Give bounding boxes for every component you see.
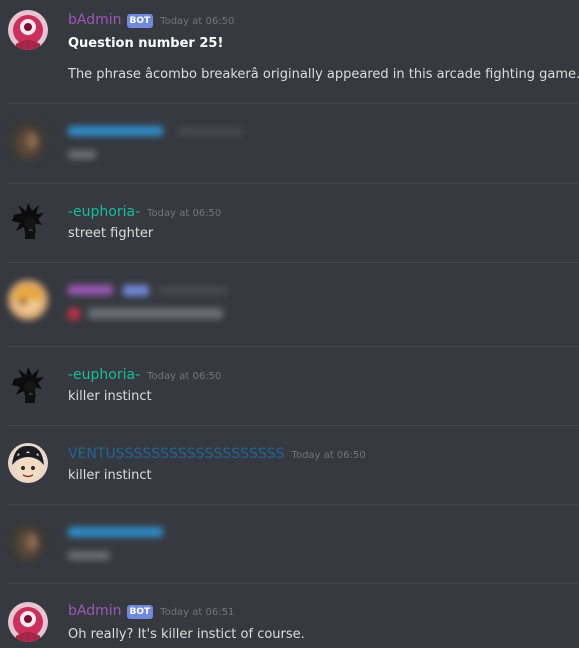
blurred-text [68, 551, 110, 560]
username-badmin[interactable]: bAdmin [68, 603, 122, 619]
message-divider [8, 583, 579, 584]
blurred-timestamp [158, 287, 228, 294]
message-text-line: street fighter [68, 226, 154, 241]
blurred-avatar-icon [8, 121, 48, 161]
message-timestamp[interactable]: Today at 06:50 [160, 16, 234, 27]
badmin-avatar-icon[interactable] [8, 602, 48, 642]
message-divider [8, 425, 579, 426]
blurred-timestamp [178, 128, 243, 135]
ventus-avatar-icon[interactable] [8, 443, 48, 483]
blurred-avatar-icon [8, 522, 48, 562]
blurred-text [68, 308, 80, 320]
blurred-username [68, 527, 163, 537]
message-timestamp[interactable]: Today at 06:50 [292, 450, 366, 461]
blurred-text [88, 308, 223, 319]
message-text-line: killer instinct [68, 468, 152, 483]
message-divider [8, 504, 579, 505]
username-euphoria[interactable]: -euphoria- [68, 204, 140, 220]
message-divider [8, 346, 579, 347]
message-text-line: The phrase âcombo breakerâ originally ap… [68, 67, 579, 82]
message-divider [8, 183, 579, 184]
message-timestamp[interactable]: Today at 06:50 [147, 208, 221, 219]
bot-tag: BOT [126, 14, 154, 28]
message-text-line: Oh really? It's killer instict of course… [68, 627, 305, 642]
blurred-text [68, 150, 96, 159]
bot-tag: BOT [126, 605, 154, 619]
username-ventus[interactable]: VENTUSSSSSSSSSSSSSSSSSSS [68, 446, 285, 462]
message-divider [8, 262, 579, 263]
euphoria-avatar-icon[interactable] [8, 201, 48, 241]
message-divider [8, 103, 579, 104]
chat-channel: bAdmin BOT Today at 06:50 Question numbe… [0, 0, 579, 648]
message-timestamp[interactable]: Today at 06:50 [147, 371, 221, 382]
blurred-username [68, 126, 163, 136]
username-euphoria[interactable]: -euphoria- [68, 367, 140, 383]
username-badmin[interactable]: bAdmin [68, 12, 122, 28]
blurred-bot-tag [123, 285, 149, 296]
message-text-line: killer instinct [68, 389, 152, 404]
message-text-line: Question number 25! [68, 36, 224, 51]
message-timestamp[interactable]: Today at 06:51 [160, 607, 234, 618]
blurred-username [68, 285, 113, 295]
badmin-avatar-icon[interactable] [8, 10, 48, 50]
blurred-avatar-icon [8, 280, 48, 320]
euphoria-avatar-icon[interactable] [8, 365, 48, 405]
